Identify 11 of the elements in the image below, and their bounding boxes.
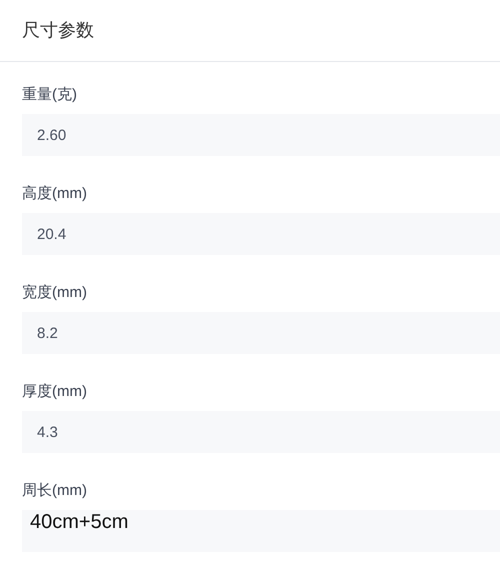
field-label: 高度(mm) bbox=[22, 185, 87, 203]
input-field[interactable]: 20.4 bbox=[22, 213, 500, 255]
input-field[interactable]: 8.2 bbox=[22, 312, 500, 354]
field-label: 宽度(mm) bbox=[22, 284, 87, 302]
field-label: 周长(mm) bbox=[22, 482, 87, 500]
section-title: 尺寸参数 bbox=[22, 19, 94, 42]
field-label: 厚度(mm) bbox=[22, 383, 87, 401]
input-field[interactable]: 4.3 bbox=[22, 411, 500, 453]
input-field[interactable]: 2.60 bbox=[22, 114, 500, 156]
input-field[interactable]: 40cm+5cm bbox=[22, 510, 500, 552]
field-label: 重量(克) bbox=[22, 86, 77, 104]
